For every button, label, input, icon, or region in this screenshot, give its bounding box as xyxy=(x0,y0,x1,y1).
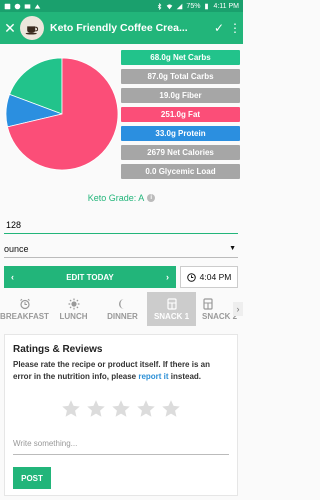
star-icon[interactable] xyxy=(111,399,131,419)
time-label: 4:04 PM xyxy=(199,272,232,282)
dropdown-arrow-icon: ▼ xyxy=(229,245,236,252)
snack-icon xyxy=(203,297,213,310)
report-link[interactable]: report it xyxy=(138,372,168,381)
tab-snack-1[interactable]: SNACK 1 xyxy=(147,292,196,326)
stat-net-calories: 2679 Net Calories xyxy=(121,145,240,160)
next-day-icon[interactable]: › xyxy=(166,272,169,282)
macro-pie-chart xyxy=(5,57,119,171)
keto-grade: Keto Grade: A i xyxy=(0,193,243,203)
stat-fiber: 19.0g Fiber xyxy=(121,88,240,103)
tab-breakfast-label: BREAKFAST xyxy=(0,311,49,321)
status-bar: 75% 4:11 PM xyxy=(0,0,243,12)
close-icon[interactable]: ✕ xyxy=(0,20,20,37)
reviews-text-after: instead. xyxy=(168,372,202,381)
snack-icon xyxy=(166,297,177,310)
reviews-card: Ratings & Reviews Please rate the recipe… xyxy=(4,334,238,496)
reviews-title: Ratings & Reviews xyxy=(13,344,103,355)
star-icon[interactable] xyxy=(136,399,156,419)
notification-icon xyxy=(14,3,21,10)
sun-icon xyxy=(68,298,79,309)
reviews-instructions: Please rate the recipe or product itself… xyxy=(13,359,229,383)
moon-icon xyxy=(118,298,124,309)
notification-icon xyxy=(34,3,41,10)
signal-icon xyxy=(176,3,183,10)
tab-dinner[interactable]: DINNER xyxy=(98,292,147,326)
star-rating xyxy=(13,399,229,419)
notification-icon xyxy=(4,3,11,10)
time-button[interactable]: 4:04 PM xyxy=(180,266,238,288)
clock: 4:11 PM xyxy=(213,2,239,10)
stat-glycemic-load: 0.0 Glycemic Load xyxy=(121,164,240,179)
keto-grade-label: Keto Grade: A xyxy=(87,193,145,203)
edit-today-button[interactable]: ‹ EDIT TODAY › xyxy=(4,266,176,288)
edit-today-label: EDIT TODAY xyxy=(66,272,114,282)
info-icon[interactable]: i xyxy=(147,194,156,202)
edit-row: ‹ EDIT TODAY › 4:04 PM xyxy=(4,266,238,288)
wifi-icon xyxy=(166,3,173,10)
alarm-clock-icon xyxy=(19,298,30,309)
tab-snack-1-label: SNACK 1 xyxy=(153,311,190,321)
app-bar: ✕ Keto Friendly Coffee Crea... ✓ ⋮ xyxy=(0,12,243,44)
tab-dinner-label: DINNER xyxy=(107,311,138,321)
stat-fat: 251.0g Fat xyxy=(121,107,240,122)
stat-protein: 33.0g Protein xyxy=(121,126,240,141)
scroll-tabs-right-icon[interactable]: › xyxy=(233,302,243,316)
post-button[interactable]: POST xyxy=(13,467,51,489)
clock-icon xyxy=(186,272,196,282)
recipe-thumbnail xyxy=(20,16,44,40)
battery-icon xyxy=(203,3,210,10)
stat-net-carbs: 68.0g Net Carbs xyxy=(121,50,240,65)
notification-icon xyxy=(24,3,31,10)
nutrition-stats: 68.0g Net Carbs 87.0g Total Carbs 19.0g Fi… xyxy=(121,50,240,183)
tab-lunch-label: LUNCH xyxy=(59,311,88,321)
star-icon[interactable] xyxy=(61,399,81,419)
check-icon[interactable]: ✓ xyxy=(211,21,227,35)
quantity-input[interactable]: 128 xyxy=(4,216,238,234)
battery-level: 75% xyxy=(186,2,201,10)
star-icon[interactable] xyxy=(86,399,106,419)
meal-tabs: BREAKFAST LUNCH DINNER SNACK 1 SNACK 2 › xyxy=(0,292,243,326)
page-title: Keto Friendly Coffee Crea... xyxy=(50,22,188,34)
more-vert-icon[interactable]: ⋮ xyxy=(227,21,243,35)
unit-select[interactable]: ounce ▼ xyxy=(4,240,238,258)
tab-snack-2[interactable]: SNACK 2 xyxy=(196,292,237,326)
star-icon[interactable] xyxy=(161,399,181,419)
coffee-cup-icon xyxy=(25,26,39,35)
tab-snack-2-label: SNACK 2 xyxy=(202,311,237,321)
bluetooth-icon xyxy=(156,2,163,10)
prev-day-icon[interactable]: ‹ xyxy=(11,272,14,282)
unit-value: ounce xyxy=(4,243,29,254)
tab-breakfast[interactable]: BREAKFAST xyxy=(0,292,49,326)
stat-total-carbs: 87.0g Total Carbs xyxy=(121,69,240,84)
tab-lunch[interactable]: LUNCH xyxy=(49,292,98,326)
review-input[interactable]: Write something... xyxy=(13,433,229,455)
